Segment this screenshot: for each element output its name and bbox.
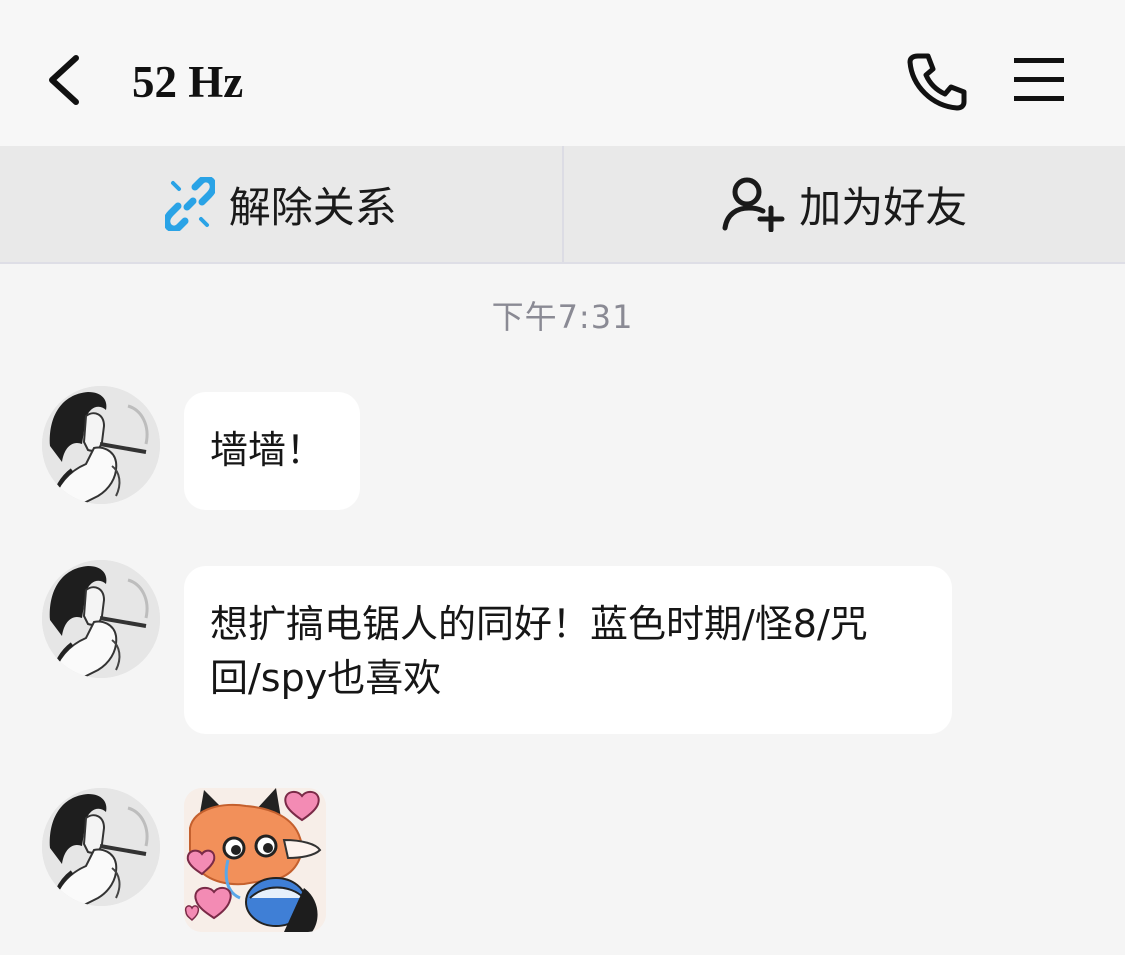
message-bubble[interactable]: 墙墙！ (184, 392, 360, 510)
chevron-left-icon (49, 55, 79, 105)
unlink-button[interactable]: 解除关系 (0, 146, 562, 262)
hamburger-menu-icon (1014, 58, 1064, 101)
add-friend-button[interactable]: 加为好友 (561, 146, 1125, 262)
unlink-label: 解除关系 (228, 182, 397, 232)
sticker-message[interactable] (184, 788, 326, 932)
message-text: 想扩搞电锯人的同好！蓝色时期/怪8/咒回/spy也喜欢 (210, 602, 868, 700)
phone-icon (907, 53, 967, 111)
back-button[interactable] (38, 50, 94, 110)
chat-header: 52 Hz (0, 0, 1125, 146)
message-bubble[interactable]: 想扩搞电锯人的同好！蓝色时期/怪8/咒回/spy也喜欢 (184, 566, 952, 734)
avatar[interactable] (42, 386, 160, 504)
relationship-action-bar: 解除关系 加为好友 (0, 146, 1125, 264)
fox-hearts-sticker (184, 788, 326, 932)
manga-avatar-image (42, 788, 160, 906)
menu-button[interactable] (1010, 52, 1070, 108)
chat-title: 52 Hz (132, 57, 244, 107)
unlink-icon (164, 177, 215, 231)
avatar[interactable] (42, 560, 160, 678)
manga-avatar-image (42, 560, 160, 678)
call-button[interactable] (904, 50, 968, 112)
add-friend-label: 加为好友 (799, 182, 968, 232)
manga-avatar-image (42, 386, 160, 504)
message-text: 墙墙！ (210, 428, 325, 472)
avatar[interactable] (42, 788, 160, 906)
message-timestamp: 下午7:31 (491, 298, 634, 336)
add-user-icon (722, 177, 785, 232)
